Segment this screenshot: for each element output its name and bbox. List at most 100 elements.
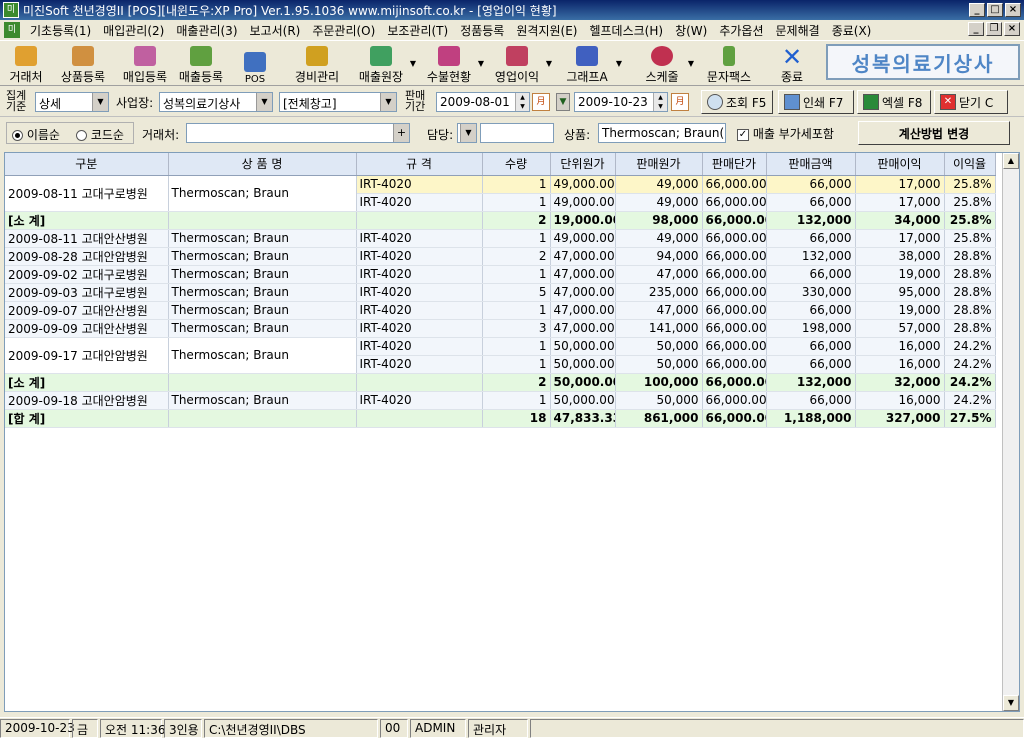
cell-category[interactable]: 2009-08-11 고대안산병원 xyxy=(5,229,169,248)
vat-include-checkbox[interactable]: ✓ 매출 부가세포함 xyxy=(737,125,834,142)
cell-unit-cost[interactable]: 50,000.00 xyxy=(550,355,616,374)
cell-qty[interactable]: 1 xyxy=(482,265,551,284)
calc-method-button[interactable]: 계산방법 변경 xyxy=(858,121,1010,145)
cell-profit[interactable]: 17,000 xyxy=(855,193,945,212)
client-input[interactable]: + xyxy=(186,123,410,143)
cell-unit-cost[interactable]: 47,000.00 xyxy=(550,319,616,338)
cell-product[interactable]: Thermoscan; Braun xyxy=(168,301,357,320)
cell-profit[interactable]: 57,000 xyxy=(855,319,945,338)
range-arrow-icon[interactable]: ▼ xyxy=(556,93,570,111)
col-header-unit-price[interactable]: 판매단가 xyxy=(702,153,767,176)
menu-report[interactable]: 보고서(R) xyxy=(244,22,307,39)
col-header-sale-cost[interactable]: 판매원가 xyxy=(615,153,703,176)
product-input[interactable]: Thermoscan; Braun(IF xyxy=(598,123,726,143)
cell-sale-cost[interactable]: 47,000 xyxy=(615,301,703,320)
warehouse-select[interactable]: [전체창고] ▼ xyxy=(279,92,397,112)
dropdown-arrow-icon[interactable]: ▼ xyxy=(410,59,416,68)
menu-order[interactable]: 주문관리(O) xyxy=(306,22,381,39)
cell-category[interactable]: 2009-08-11 고대구로병원 xyxy=(5,175,169,212)
cell-unit-cost[interactable]: 47,000.00 xyxy=(550,247,616,266)
cell-category[interactable]: 2009-09-18 고대안암병원 xyxy=(5,391,169,410)
cell-profit[interactable]: 16,000 xyxy=(855,391,945,410)
cell-sale-cost[interactable]: 47,000 xyxy=(615,265,703,284)
cell-category[interactable]: 2009-09-02 고대구로병원 xyxy=(5,265,169,284)
cell-unit-cost[interactable]: 47,000.00 xyxy=(550,265,616,284)
cell-qty[interactable]: 1 xyxy=(482,355,551,374)
cell-unit-price[interactable]: 66,000.00 xyxy=(702,319,767,338)
cell-qty[interactable]: 2 xyxy=(482,247,551,266)
table-row[interactable]: 2009-09-02 고대구로병원 Thermoscan; Braun IRT-40… xyxy=(5,265,996,284)
menu-basic[interactable]: 기초등록(1) xyxy=(24,22,97,39)
cell-unit-price[interactable]: 66,000.00 xyxy=(702,373,767,392)
cell-unit-price[interactable]: 66,000.00 xyxy=(702,265,767,284)
cell-amount[interactable]: 66,000 xyxy=(766,175,856,194)
table-row[interactable]: 2009-08-28 고대안암병원 Thermoscan; Braun IRT-40… xyxy=(5,247,996,266)
cell-sale-cost[interactable]: 100,000 xyxy=(615,373,703,392)
cell-spec[interactable]: IRT-4020 xyxy=(356,193,483,212)
cell-rate[interactable]: 25.8% xyxy=(944,175,996,194)
cell-qty[interactable]: 1 xyxy=(482,229,551,248)
cell-unit-price[interactable]: 66,000.00 xyxy=(702,175,767,194)
cell-product[interactable]: Thermoscan; Braun xyxy=(168,337,357,374)
toolbar-graph-button[interactable]: 그래프A ▼ xyxy=(560,43,622,85)
cell-unit-price[interactable]: 66,000.00 xyxy=(702,229,767,248)
table-row[interactable]: 2009-09-07 고대안산병원 Thermoscan; Braun IRT-40… xyxy=(5,301,996,320)
cell-rate[interactable]: 25.8% xyxy=(944,211,996,230)
cell-rate[interactable]: 24.2% xyxy=(944,355,996,374)
cell-product[interactable] xyxy=(168,409,357,428)
cell-category[interactable]: 2009-09-09 고대안산병원 xyxy=(5,319,169,338)
cell-rate[interactable]: 24.2% xyxy=(944,373,996,392)
mdi-minimize-button[interactable]: _ xyxy=(968,22,984,36)
cell-spec[interactable] xyxy=(356,211,483,230)
chevron-down-icon[interactable]: ▼ xyxy=(380,93,396,111)
cell-spec[interactable]: IRT-4020 xyxy=(356,247,483,266)
cell-qty[interactable]: 1 xyxy=(482,391,551,410)
app-icon[interactable]: 미 xyxy=(3,2,19,18)
cell-unit-cost[interactable]: 49,000.00 xyxy=(550,229,616,248)
manager-dropdown[interactable]: ▼ xyxy=(457,123,477,143)
cell-amount[interactable]: 132,000 xyxy=(766,373,856,392)
manager-input[interactable] xyxy=(480,123,554,143)
cell-spec[interactable]: IRT-4020 xyxy=(356,283,483,302)
cell-qty[interactable]: 5 xyxy=(482,283,551,302)
cell-profit[interactable]: 19,000 xyxy=(855,265,945,284)
cell-qty[interactable]: 1 xyxy=(482,175,551,194)
calendar-icon[interactable]: 月 xyxy=(532,93,550,111)
cell-qty[interactable]: 1 xyxy=(482,301,551,320)
menu-purchase[interactable]: 매입관리(2) xyxy=(97,22,170,39)
cell-sale-cost[interactable]: 141,000 xyxy=(615,319,703,338)
add-plus-icon[interactable]: + xyxy=(393,124,409,142)
cell-category[interactable]: 2009-09-03 고대구로병원 xyxy=(5,283,169,302)
cell-sale-cost[interactable]: 861,000 xyxy=(615,409,703,428)
cell-amount[interactable]: 66,000 xyxy=(766,229,856,248)
cell-rate[interactable]: 28.8% xyxy=(944,319,996,338)
cell-spec[interactable]: IRT-4020 xyxy=(356,175,483,194)
subtotal-row[interactable]: [소 계] 219,000.0098,00066,000.00132,00034… xyxy=(5,211,996,230)
cell-sale-cost[interactable]: 49,000 xyxy=(615,175,703,194)
cell-amount[interactable]: 66,000 xyxy=(766,355,856,374)
sort-by-code-radio[interactable]: 코드순 xyxy=(76,126,124,143)
cell-rate[interactable]: 24.2% xyxy=(944,337,996,356)
cell-amount[interactable]: 66,000 xyxy=(766,391,856,410)
cell-amount[interactable]: 66,000 xyxy=(766,337,856,356)
cell-product[interactable]: Thermoscan; Braun xyxy=(168,175,357,212)
toolbar-schedule-button[interactable]: 스케줄 ▼ xyxy=(638,43,694,85)
cell-profit[interactable]: 17,000 xyxy=(855,175,945,194)
toolbar-pos-button[interactable]: POS xyxy=(236,43,274,85)
cell-qty[interactable]: 2 xyxy=(482,373,551,392)
table-row[interactable]: 2009-08-11 고대구로병원 Thermoscan; Braun IRT-40… xyxy=(5,175,996,212)
cell-category[interactable]: [합 계] xyxy=(5,409,169,428)
calendar-icon[interactable]: 月 xyxy=(671,93,689,111)
cell-product[interactable]: Thermoscan; Braun xyxy=(168,265,357,284)
cell-rate[interactable]: 25.8% xyxy=(944,193,996,212)
cell-rate[interactable]: 28.8% xyxy=(944,283,996,302)
spin-arrows-icon[interactable]: ▲ ▼ xyxy=(653,93,667,111)
col-header-product[interactable]: 상 품 명 xyxy=(168,153,357,176)
col-header-spec[interactable]: 규 격 xyxy=(356,153,483,176)
cell-unit-cost[interactable]: 47,000.00 xyxy=(550,283,616,302)
cell-unit-price[interactable]: 66,000.00 xyxy=(702,247,767,266)
excel-button[interactable]: 엑셀 F8 xyxy=(857,90,931,114)
cell-rate[interactable]: 27.5% xyxy=(944,409,996,428)
table-row[interactable]: 2009-08-11 고대안산병원 Thermoscan; Braun IRT-40… xyxy=(5,229,996,248)
col-header-category[interactable]: 구분 xyxy=(5,153,169,176)
